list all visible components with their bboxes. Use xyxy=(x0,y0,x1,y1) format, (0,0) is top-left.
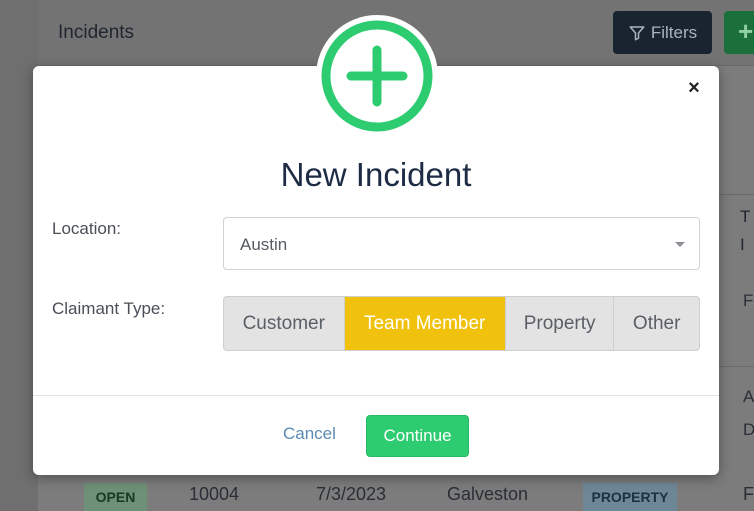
modal-footer-divider xyxy=(33,395,719,396)
location-label: Location: xyxy=(52,219,121,238)
continue-button[interactable]: Continue xyxy=(366,415,469,457)
claimant-type-selector: Customer Team Member Property Other xyxy=(223,296,700,351)
table-cell-partial: A xyxy=(743,387,754,406)
claimant-option-team-member[interactable]: Team Member xyxy=(344,297,506,350)
incident-id: 10004 xyxy=(189,484,240,504)
incident-date: 7/3/2023 xyxy=(316,484,387,504)
filter-icon xyxy=(629,25,645,40)
plus-circle-icon xyxy=(321,20,433,132)
location-select-value: Austin xyxy=(240,235,288,254)
incident-location: Galveston xyxy=(447,484,529,504)
table-divider xyxy=(719,366,754,367)
claimant-type-label: Claimant Type: xyxy=(52,299,166,318)
claimant-option-property[interactable]: Property xyxy=(506,297,615,350)
table-divider xyxy=(719,194,754,195)
type-badge: PROPERTY xyxy=(583,483,677,511)
table-cell-partial: F xyxy=(743,291,754,310)
claimant-option-other[interactable]: Other xyxy=(614,297,699,350)
modal-title: New Incident xyxy=(280,156,472,193)
filters-button[interactable]: Filters xyxy=(613,11,712,54)
modal-icon-badge xyxy=(316,15,438,137)
cancel-button[interactable]: Cancel xyxy=(283,424,336,444)
close-icon[interactable]: × xyxy=(683,77,705,99)
add-incident-button[interactable]: + xyxy=(724,11,754,54)
location-select[interactable]: Austin xyxy=(223,217,700,270)
table-cell-partial: F xyxy=(743,484,754,504)
status-badge: OPEN xyxy=(84,483,147,511)
filters-label: Filters xyxy=(650,22,698,42)
table-header-partial: T I xyxy=(740,207,751,254)
page-title: Incidents xyxy=(58,22,135,43)
claimant-option-customer[interactable]: Customer xyxy=(224,297,345,350)
table-cell-partial: D xyxy=(743,420,754,439)
caret-down-icon xyxy=(675,242,685,247)
